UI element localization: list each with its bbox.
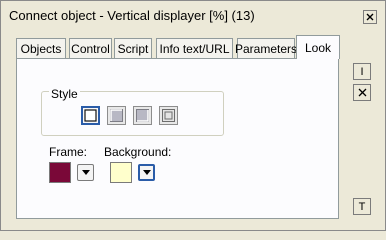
background-color-swatch[interactable] [110, 162, 132, 183]
delete-button[interactable] [353, 84, 371, 101]
frame-color-swatch[interactable] [49, 162, 71, 183]
window-title: Connect object - Vertical displayer [%] … [9, 8, 255, 23]
frame-label: Frame: [49, 145, 88, 159]
tab-parameters[interactable]: Parameters [235, 38, 297, 58]
delete-icon [358, 88, 366, 97]
dialog-window: Connect object - Vertical displayer [%] … [0, 0, 386, 231]
style-raised-button[interactable] [107, 106, 126, 125]
background-color-dropdown-button[interactable] [138, 164, 155, 181]
flat-frame-icon [84, 109, 97, 122]
raised-frame-icon [110, 109, 123, 122]
close-icon [366, 13, 374, 21]
insert-button[interactable]: I [353, 63, 371, 80]
tab-objects[interactable]: Objects [16, 38, 66, 58]
style-label: Style [49, 87, 80, 101]
tab-control[interactable]: Control [69, 38, 112, 58]
style-etched-button[interactable] [159, 106, 178, 125]
chevron-down-icon [142, 170, 151, 175]
text-icon: T [358, 200, 366, 213]
insert-icon: I [360, 65, 364, 78]
sunken-frame-icon [136, 109, 149, 122]
style-sunken-button[interactable] [133, 106, 152, 125]
title-bar[interactable]: Connect object - Vertical displayer [%] … [2, 2, 384, 32]
tab-info-text-url[interactable]: Info text/URL [156, 38, 233, 58]
text-button[interactable]: T [353, 198, 371, 215]
tab-script[interactable]: Script [114, 38, 152, 58]
tab-look[interactable]: Look [296, 35, 340, 59]
look-panel: Style Frame: Background: [16, 58, 339, 219]
background-label: Background: [104, 145, 172, 159]
close-button[interactable] [363, 10, 377, 24]
chevron-down-icon [81, 170, 90, 175]
etched-frame-icon [162, 109, 175, 122]
frame-color-dropdown-button[interactable] [77, 164, 94, 181]
style-flat-button[interactable] [81, 106, 100, 125]
